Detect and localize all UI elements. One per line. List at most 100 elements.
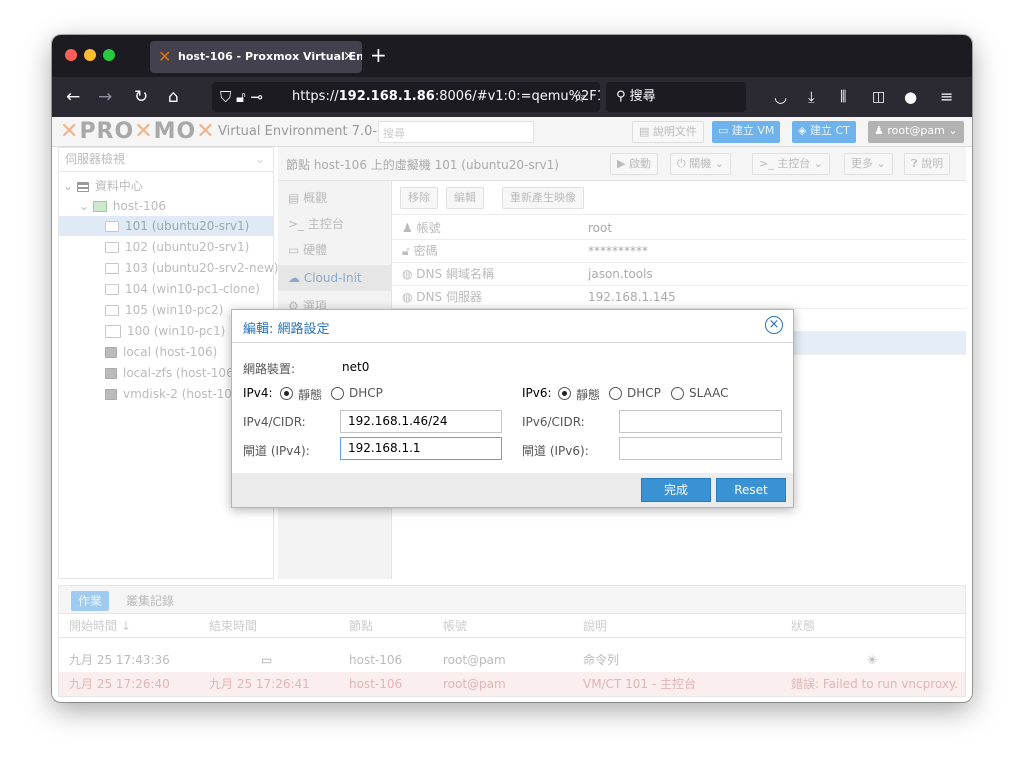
tree-vm-item[interactable]: 101 (ubuntu20-srv1): [59, 216, 273, 236]
ipv6-dhcp-label: DHCP: [627, 386, 661, 400]
ipv4-static-radio[interactable]: [280, 387, 293, 400]
more-button[interactable]: 更多 ⌄: [844, 153, 893, 175]
new-tab-button[interactable]: +: [370, 43, 387, 67]
cube-icon: ◈: [798, 124, 810, 137]
cloud-init-row[interactable]: ◍ DNS 網域名稱 jason.tools: [392, 263, 966, 286]
create-vm-button[interactable]: ▭ 建立 VM: [712, 121, 781, 143]
gateway-ipv6-input[interactable]: [619, 437, 782, 460]
gateway-ipv4-input[interactable]: 192.168.1.1: [340, 437, 502, 460]
documentation-button[interactable]: ▤ 說明文件: [632, 121, 704, 143]
ok-button[interactable]: 完成: [641, 478, 711, 502]
book-icon: ▤: [288, 191, 304, 205]
menu-icon[interactable]: ≡: [940, 84, 953, 110]
cloud-init-row[interactable]: ♟ 帳號 root: [392, 217, 966, 240]
tree-storage-item[interactable]: local (host-106): [105, 342, 217, 362]
ipv6-slaac-radio[interactable]: [671, 387, 684, 400]
pve-header: ✕PRO✕MO✕ Virtual Environment 7.0-11 搜尋 ▤…: [52, 117, 972, 147]
template-icon: [105, 325, 121, 338]
cloud-init-row[interactable]: ◍ DNS 伺服器 192.168.1.145: [392, 286, 966, 309]
home-icon[interactable]: ⌂: [168, 84, 179, 110]
close-icon[interactable]: ×: [765, 316, 783, 334]
close-tab-icon[interactable]: ×: [343, 41, 354, 73]
bookmark-star-icon[interactable]: ☆: [572, 84, 586, 110]
dialog-footer: 完成 Reset: [232, 473, 793, 507]
help-label: 說明: [921, 157, 944, 170]
task-row-error[interactable]: 九月 25 17:26:40 九月 25 17:26:41 host-106 r…: [59, 672, 965, 696]
tree-vm-item[interactable]: 100 (win10-pc1): [105, 321, 225, 341]
remove-button[interactable]: 移除: [400, 187, 438, 209]
close-window-button[interactable]: [65, 49, 77, 61]
search-icon: ⚲: [616, 89, 630, 104]
task-end: 九月 25 17:26:41: [209, 677, 310, 691]
reset-button[interactable]: Reset: [716, 478, 786, 502]
zoom-window-button[interactable]: [103, 49, 115, 61]
tab-cluster-log[interactable]: 叢集記錄: [119, 591, 181, 611]
sidebar-icon[interactable]: ◫: [872, 84, 885, 110]
column-header[interactable]: 狀態: [791, 614, 815, 638]
tab-tasks[interactable]: 作業: [71, 591, 110, 611]
ipv4-dhcp-radio[interactable]: [331, 387, 344, 400]
ipv4-cidr-label: IPv4/CIDR:: [243, 415, 306, 429]
minimize-window-button[interactable]: [84, 49, 96, 61]
url-bar[interactable]: ⛉ 🔓︎ ⊸ https://192.168.1.86:8006/#v1:0:=…: [212, 82, 600, 112]
task-user: root@pam: [443, 653, 506, 667]
column-header[interactable]: 結束時間: [209, 614, 257, 638]
tree-datacenter[interactable]: ⌄ 資料中心: [63, 176, 143, 196]
back-icon[interactable]: ←: [66, 84, 80, 110]
tree-item-label: 102 (ubuntu20-srv1): [125, 240, 250, 254]
node-label: host-106: [112, 199, 167, 213]
edit-button[interactable]: 編輯: [446, 187, 484, 209]
tree-storage-item[interactable]: local-zfs (host-106: [105, 363, 234, 383]
tree-item-label: 105 (win10-pc2): [125, 303, 224, 317]
account-icon[interactable]: ●: [904, 84, 917, 110]
ipv6-dhcp-radio[interactable]: [609, 387, 622, 400]
shutdown-button[interactable]: ⏻ 關機 ⌄: [670, 153, 731, 175]
reload-icon[interactable]: ↻: [134, 84, 148, 110]
user-menu-button[interactable]: ♟ root@pam ⌄: [868, 121, 964, 143]
tree-storage-item[interactable]: vmdisk-2 (host-106: [105, 384, 240, 404]
column-header[interactable]: 帳號: [443, 614, 467, 638]
url-host: 192.168.1.86: [338, 89, 435, 104]
tab-bar: ✕ host-106 - Proxmox Virtual Envi × +: [52, 35, 972, 77]
nav-hardware[interactable]: ▭ 硬體: [278, 237, 392, 263]
start-button[interactable]: ▶ 啟動: [610, 153, 658, 175]
nav-console[interactable]: >_ 主控台: [278, 211, 392, 237]
nav-cloud-init[interactable]: ☁ Cloud-Init: [278, 265, 392, 291]
browser-window: ✕ host-106 - Proxmox Virtual Envi × + ← …: [52, 35, 972, 702]
browser-search-box[interactable]: ⚲ 搜尋: [606, 82, 746, 112]
tree-vm-item[interactable]: 103 (ubuntu20-srv2-new): [105, 258, 278, 278]
cloud-init-row[interactable]: 🔓︎ 密碼 **********: [392, 240, 966, 263]
view-selector[interactable]: 伺服器檢視 ⌄: [59, 148, 273, 172]
forward-icon[interactable]: →: [98, 84, 112, 110]
column-header[interactable]: 節點: [349, 614, 373, 638]
resource-search-input[interactable]: 搜尋: [378, 121, 534, 143]
ipv4-cidr-input[interactable]: 192.168.1.46/24: [340, 410, 502, 433]
tree-vm-item[interactable]: 105 (win10-pc2): [105, 300, 223, 320]
create-ct-button[interactable]: ◈ 建立 CT: [792, 121, 856, 143]
console-label: 主控台: [777, 157, 811, 170]
ipv6-cidr-input[interactable]: [619, 410, 782, 433]
row-key: DNS 伺服器: [416, 290, 482, 304]
download-icon[interactable]: ⤓: [808, 84, 815, 110]
more-label: 更多: [851, 157, 873, 170]
regenerate-image-button[interactable]: 重新產生映像: [502, 187, 584, 209]
task-row[interactable]: 九月 25 17:43:36 ▭ host-106 root@pam 命令列 ✳: [59, 648, 965, 672]
start-label: 啟動: [628, 157, 651, 170]
row-key: 密碼: [413, 244, 438, 258]
tree-node-host[interactable]: ⌄ host-106: [79, 196, 166, 216]
monitor-icon: ▭: [261, 653, 273, 667]
library-icon[interactable]: ⫼: [840, 84, 846, 110]
help-button[interactable]: ❓︎ 說明: [904, 153, 951, 175]
column-header[interactable]: 開始時間 ↓: [69, 614, 131, 638]
tree-item-label: vmdisk-2 (host-106: [123, 387, 240, 401]
ipv6-static-radio[interactable]: [558, 387, 571, 400]
tree-vm-item[interactable]: 102 (ubuntu20-srv1): [105, 237, 249, 257]
gateway-ipv6-label: 閘道 (IPv6):: [522, 444, 589, 458]
column-header[interactable]: 說明: [583, 614, 607, 638]
browser-tab[interactable]: ✕ host-106 - Proxmox Virtual Envi ×: [150, 41, 362, 73]
nav-summary[interactable]: ▤ 概觀: [278, 185, 392, 211]
tree-vm-item[interactable]: 104 (win10-pc1-clone): [105, 279, 260, 299]
navigation-bar: ← → ↻ ⌂ ⛉ 🔓︎ ⊸ https://192.168.1.86:8006…: [52, 77, 972, 117]
console-button[interactable]: >_ 主控台 ⌄: [752, 153, 830, 175]
pocket-icon[interactable]: ◡: [774, 84, 787, 110]
